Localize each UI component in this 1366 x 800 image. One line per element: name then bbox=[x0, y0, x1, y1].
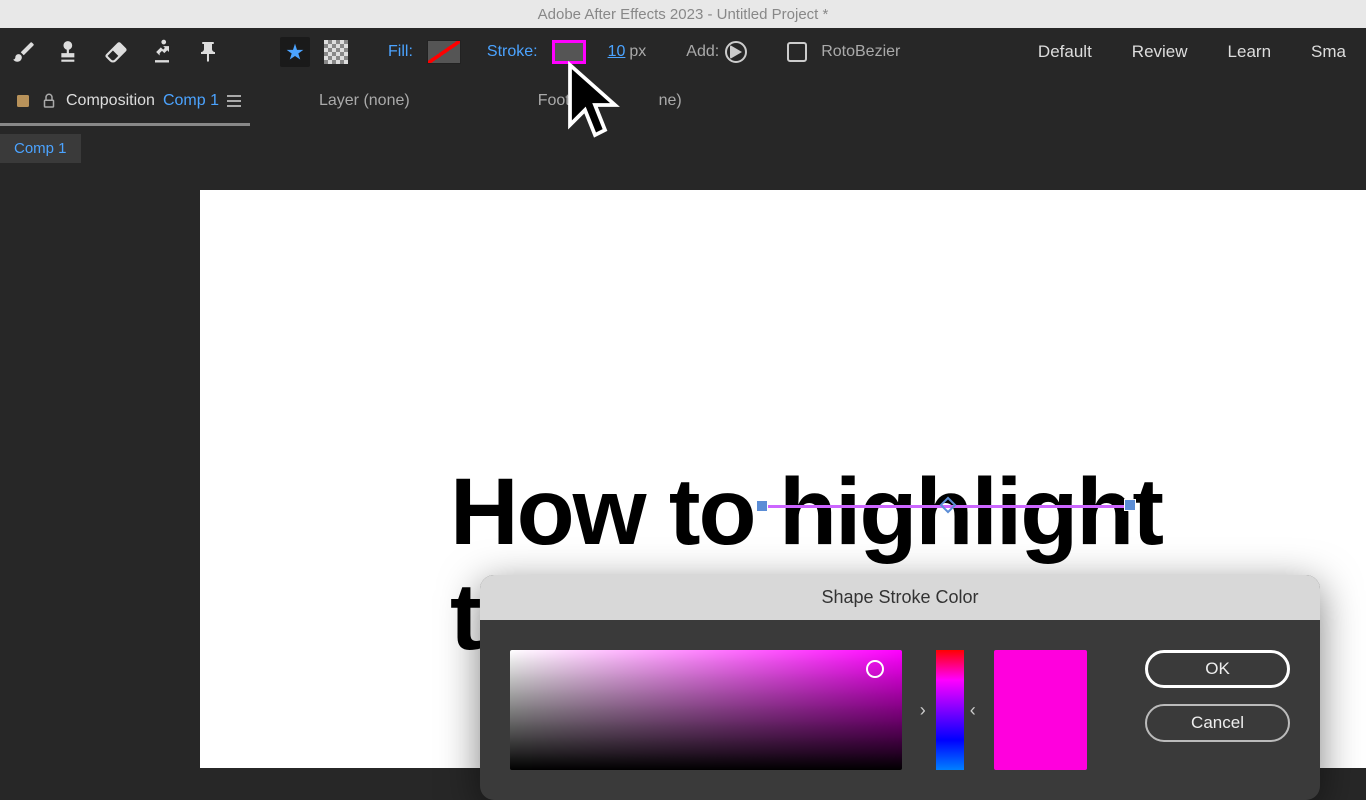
roto-tool-icon[interactable] bbox=[146, 36, 178, 68]
star-fill-icon[interactable] bbox=[280, 37, 310, 67]
panel-tabs: Composition Comp 1 Layer (none) Foota ne… bbox=[0, 76, 1366, 126]
tab-underline bbox=[0, 123, 250, 126]
workspace-review[interactable]: Review bbox=[1112, 34, 1208, 70]
brush-tool-icon[interactable] bbox=[8, 36, 40, 68]
color-preview-swatch[interactable] bbox=[994, 650, 1087, 770]
stroke-swatch[interactable] bbox=[552, 40, 586, 64]
cancel-button[interactable]: Cancel bbox=[1145, 704, 1290, 742]
panel-menu-icon[interactable] bbox=[227, 95, 241, 107]
path-handle-start[interactable] bbox=[756, 500, 768, 512]
composition-label: Composition bbox=[66, 92, 155, 110]
stroke-width-unit: px bbox=[629, 43, 646, 61]
workspace-small[interactable]: Sma bbox=[1291, 34, 1366, 70]
fill-swatch[interactable] bbox=[427, 40, 461, 64]
color-picker-dialog: Shape Stroke Color › ‹ OK Cancel bbox=[480, 575, 1320, 800]
sv-cursor[interactable] bbox=[866, 660, 884, 678]
path-handle-end[interactable] bbox=[1124, 499, 1136, 511]
hue-slider-group: › ‹ bbox=[920, 650, 976, 770]
main-toolbar: Fill: Stroke: 10 px Add: RotoBezier Defa… bbox=[0, 28, 1366, 76]
workspace-learn[interactable]: Learn bbox=[1208, 34, 1291, 70]
stroke-label[interactable]: Stroke: bbox=[487, 43, 538, 61]
hue-slider[interactable] bbox=[936, 650, 964, 770]
stamp-tool-icon[interactable] bbox=[54, 36, 86, 68]
saturation-value-picker[interactable] bbox=[510, 650, 902, 770]
rotobezier-checkbox[interactable] bbox=[787, 42, 807, 62]
ok-button[interactable]: OK bbox=[1145, 650, 1290, 688]
titlebar: Adobe After Effects 2023 - Untitled Proj… bbox=[0, 0, 1366, 28]
stroke-width-value[interactable]: 10 bbox=[608, 43, 626, 61]
lock-icon[interactable] bbox=[40, 92, 58, 110]
add-button[interactable] bbox=[725, 41, 747, 63]
comp-breadcrumb[interactable]: Comp 1 bbox=[0, 134, 81, 163]
fill-label[interactable]: Fill: bbox=[388, 43, 413, 61]
eraser-tool-icon[interactable] bbox=[100, 36, 132, 68]
composition-tab[interactable]: Composition Comp 1 bbox=[0, 84, 255, 118]
composition-name: Comp 1 bbox=[163, 92, 219, 110]
dialog-title: Shape Stroke Color bbox=[480, 575, 1320, 620]
layer-tab[interactable]: Layer (none) bbox=[305, 84, 424, 118]
pin-tool-icon[interactable] bbox=[192, 36, 224, 68]
workspace-default[interactable]: Default bbox=[1018, 34, 1112, 70]
panel-icon bbox=[14, 92, 32, 110]
rotobezier-label: RotoBezier bbox=[821, 43, 900, 61]
add-label: Add: bbox=[686, 43, 719, 61]
transparency-icon[interactable] bbox=[324, 40, 348, 64]
footage-tab[interactable]: Foota ne) bbox=[524, 84, 696, 118]
hue-arrow-right[interactable]: ‹ bbox=[970, 700, 976, 721]
hue-arrow-left[interactable]: › bbox=[920, 700, 926, 721]
